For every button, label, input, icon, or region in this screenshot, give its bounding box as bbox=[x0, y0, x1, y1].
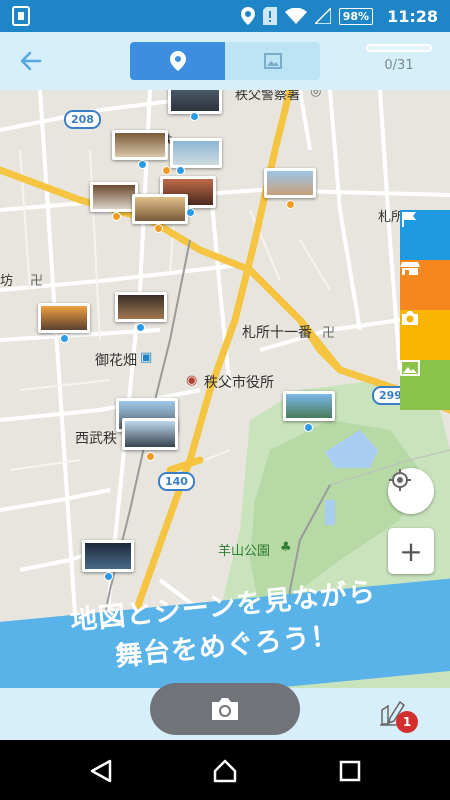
locate-button[interactable] bbox=[388, 468, 434, 514]
location-icon bbox=[240, 7, 255, 25]
sim-alert-icon bbox=[262, 7, 277, 25]
scene-thumbnail[interactable] bbox=[283, 391, 335, 421]
map-label-hitsujiyama: 羊山公園 bbox=[218, 544, 271, 559]
shop-icon bbox=[400, 262, 420, 275]
scene-marker[interactable] bbox=[176, 166, 185, 175]
scene-marker[interactable] bbox=[154, 224, 163, 233]
scene-marker[interactable] bbox=[186, 208, 195, 217]
route-badge-140: 140 bbox=[158, 472, 195, 491]
temple-icon: 卍 bbox=[322, 326, 336, 341]
scene-thumbnail[interactable] bbox=[168, 90, 222, 114]
scene-marker[interactable] bbox=[146, 452, 155, 461]
scene-thumbnail[interactable] bbox=[264, 168, 316, 198]
map-label-seibu: 西武秩 bbox=[75, 431, 117, 447]
tab-map[interactable] bbox=[130, 42, 225, 80]
scene-thumbnail[interactable] bbox=[170, 138, 222, 168]
progress-indicator: 0/31 bbox=[366, 44, 432, 73]
park-icon: ♣ bbox=[280, 540, 292, 555]
camera-button[interactable] bbox=[150, 683, 300, 735]
scene-thumbnail[interactable] bbox=[132, 194, 188, 224]
nav-back-icon[interactable] bbox=[88, 758, 114, 784]
clock: 11:28 bbox=[387, 6, 438, 26]
filter-flag-button[interactable] bbox=[400, 210, 450, 260]
scene-marker[interactable] bbox=[190, 112, 199, 121]
notification-badge: 1 bbox=[396, 711, 418, 733]
navigation-bar bbox=[0, 740, 450, 800]
filter-shop-button[interactable] bbox=[400, 260, 450, 310]
arrow-left-icon bbox=[20, 51, 42, 71]
wifi-icon bbox=[284, 8, 307, 24]
map-pin-icon bbox=[169, 51, 186, 71]
scene-thumbnail[interactable] bbox=[82, 540, 134, 572]
scene-thumbnail[interactable] bbox=[112, 130, 168, 160]
app-screen: 98% 11:28 0/31 秩父警察署 札所十一番 御花畑 秩父市役所 西武秩… bbox=[0, 0, 450, 800]
scene-thumbnail[interactable] bbox=[122, 418, 178, 450]
poi-icon: ◎ bbox=[310, 90, 322, 99]
scene-marker[interactable] bbox=[304, 423, 313, 432]
scene-marker[interactable] bbox=[104, 572, 113, 581]
battery-indicator: 98% bbox=[338, 7, 374, 25]
scene-marker[interactable] bbox=[60, 334, 69, 343]
flag-icon bbox=[402, 212, 416, 227]
upload-icon bbox=[12, 6, 30, 26]
temple-icon: 卍 bbox=[30, 274, 44, 289]
scene-thumbnail[interactable] bbox=[38, 303, 90, 333]
image-icon bbox=[400, 360, 420, 376]
back-button[interactable] bbox=[14, 46, 48, 76]
map-label-fudasho-11: 札所十一番 bbox=[242, 325, 312, 341]
app-header: 0/31 bbox=[0, 32, 450, 90]
map-label-city-hall: 秩父市役所 bbox=[204, 375, 274, 391]
nav-recent-icon[interactable] bbox=[337, 758, 363, 784]
scene-marker[interactable] bbox=[112, 212, 121, 221]
map-label-hanabatake: 御花畑 bbox=[95, 353, 137, 369]
signal-icon bbox=[314, 8, 331, 24]
progress-track bbox=[366, 44, 432, 52]
scene-marker[interactable] bbox=[138, 160, 147, 169]
camera-icon bbox=[212, 698, 238, 720]
status-icons: 98% 11:28 bbox=[240, 0, 438, 32]
scene-marker[interactable] bbox=[286, 200, 295, 209]
camera-icon bbox=[402, 311, 418, 325]
scene-marker[interactable] bbox=[162, 166, 171, 175]
map-label-police: 秩父警察署 bbox=[235, 90, 301, 103]
tab-photos[interactable] bbox=[225, 42, 320, 80]
scene-thumbnail[interactable] bbox=[90, 182, 138, 212]
route-badge-208: 208 bbox=[64, 110, 101, 129]
image-icon bbox=[263, 53, 282, 69]
scene-marker[interactable] bbox=[136, 323, 145, 332]
progress-text: 0/31 bbox=[384, 58, 414, 73]
mode-toggle bbox=[130, 42, 320, 80]
status-bar: 98% 11:28 bbox=[0, 0, 450, 32]
train-station-icon: ▣ bbox=[140, 350, 153, 365]
filter-image-button[interactable] bbox=[400, 360, 450, 410]
filter-camera-button[interactable] bbox=[400, 310, 450, 360]
crosshair-icon bbox=[389, 469, 411, 491]
map-label-left-edge: 坊 bbox=[0, 274, 14, 289]
city-hall-icon: ◉ bbox=[186, 373, 198, 388]
scene-thumbnail[interactable] bbox=[115, 292, 167, 322]
nav-home-icon[interactable] bbox=[212, 758, 238, 784]
